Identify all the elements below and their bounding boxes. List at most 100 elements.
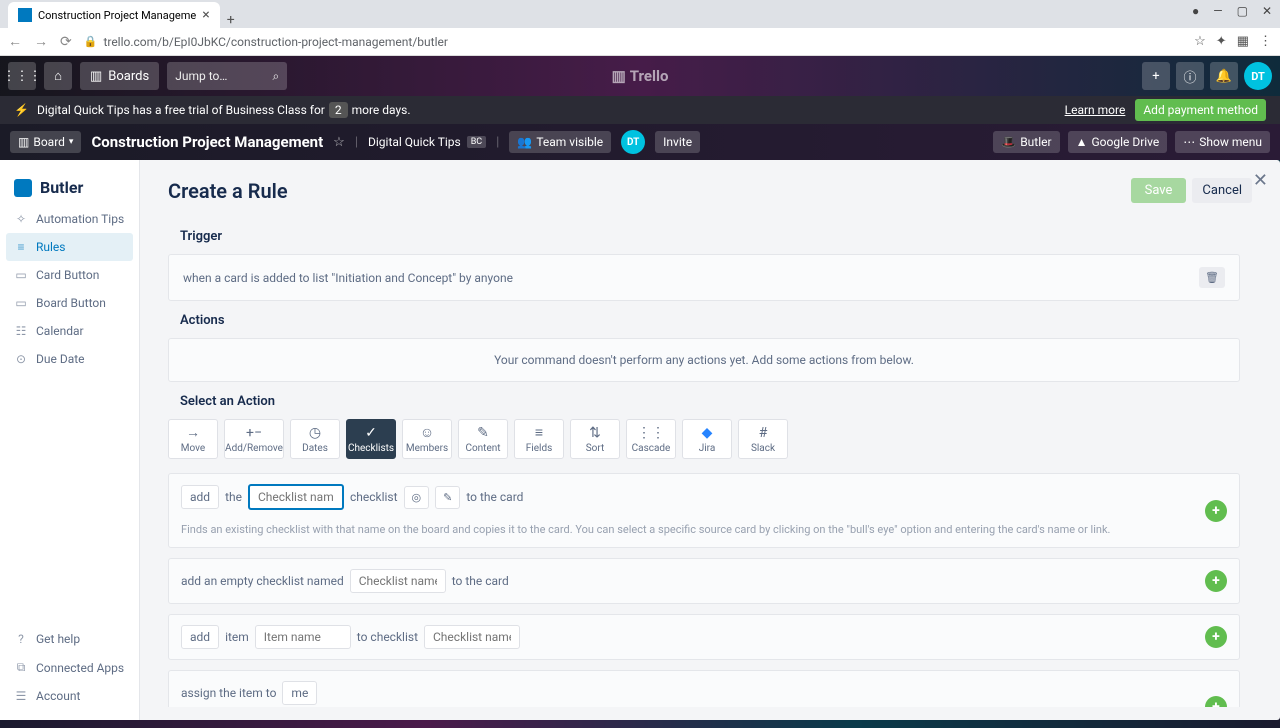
row-description: Finds an existing checklist with that na… — [181, 522, 1227, 537]
sidebar-item-tips[interactable]: ✧Automation Tips — [0, 205, 139, 233]
browser-toolbar: ← → ⟳ 🔒 trello.com/b/EpI0JbKC/constructi… — [0, 28, 1280, 56]
back-button[interactable]: ← — [8, 33, 22, 50]
chevron-down-icon: ▾ — [69, 137, 74, 147]
star-icon[interactable]: ☆ — [333, 135, 345, 150]
board-bar: ▥ Board ▾ Construction Project Managemen… — [0, 124, 1280, 160]
google-drive-button[interactable]: ▲Google Drive — [1068, 131, 1168, 153]
maximize-icon[interactable]: ▢ — [1237, 4, 1248, 18]
minimize-icon[interactable]: — — [1213, 4, 1222, 18]
sidebar-item-card-button[interactable]: ▭Card Button — [0, 261, 139, 289]
team-badge: BC — [467, 136, 486, 148]
window-controls: ● — ▢ ✕ — [1192, 4, 1272, 18]
sidebar-item-due-date[interactable]: ⊙Due Date — [0, 345, 139, 373]
team-name[interactable]: Digital Quick Tips BC — [368, 135, 486, 149]
drive-icon: ▲ — [1076, 135, 1088, 149]
invite-button[interactable]: Invite — [655, 131, 700, 153]
text-pre: add an empty checklist named — [181, 574, 344, 588]
apps-grid-icon[interactable]: ⋮⋮⋮ — [8, 62, 36, 90]
butler-icon — [14, 179, 32, 197]
apps-icon[interactable]: ▦ — [1237, 34, 1249, 49]
browser-tab[interactable]: Construction Project Manageme × — [8, 2, 220, 28]
edit-icon[interactable]: ✎ — [435, 486, 460, 509]
learn-more-link[interactable]: Learn more — [1065, 103, 1126, 117]
trial-banner: ⚡ Digital Quick Tips has a free trial of… — [0, 96, 1280, 124]
trigger-text: when a card is added to list "Initiation… — [183, 271, 513, 285]
home-icon[interactable]: ⌂ — [44, 62, 72, 90]
add-payment-button[interactable]: Add payment method — [1135, 99, 1266, 121]
new-tab-button[interactable]: + — [220, 12, 242, 28]
reload-button[interactable]: ⟳ — [60, 34, 72, 50]
user-avatar[interactable]: DT — [1244, 62, 1272, 90]
tab-members[interactable]: ☺Members — [402, 419, 452, 459]
butler-button[interactable]: 🎩Butler — [993, 131, 1059, 153]
add-action-button[interactable]: + — [1205, 500, 1227, 522]
cancel-button[interactable]: Cancel — [1192, 178, 1252, 203]
banner-text-post: more days. — [352, 103, 411, 117]
tab-jira[interactable]: ◆Jira — [682, 419, 732, 459]
action-row-assign-item: assign the item to me + ⓘ This functiona… — [168, 670, 1240, 707]
member-avatar[interactable]: DT — [621, 130, 645, 154]
tab-dates[interactable]: ◷Dates — [290, 419, 340, 459]
info-icon[interactable]: ⓘ — [1176, 62, 1204, 90]
star-icon[interactable]: ☆ — [1194, 34, 1206, 49]
empty-checklist-name-input[interactable] — [350, 569, 446, 593]
trello-header: ⋮⋮⋮ ⌂ ▥ Boards Jump to… ⌕ ▥Trello + ⓘ 🔔 … — [0, 56, 1280, 96]
sidebar-item-rules[interactable]: ≡Rules — [6, 233, 133, 261]
people-icon: 👥 — [517, 135, 532, 149]
action-row-copy-checklist: add the checklist ◎ ✎ to the card + Find… — [168, 473, 1240, 548]
record-icon[interactable]: ● — [1192, 4, 1199, 18]
close-icon[interactable]: × — [202, 7, 209, 23]
url-text: trello.com/b/EpI0JbKC/construction-proje… — [103, 35, 448, 49]
notifications-icon[interactable]: 🔔 — [1210, 62, 1238, 90]
board-title[interactable]: Construction Project Management — [91, 133, 323, 151]
tab-checklists[interactable]: ✓Checklists — [346, 419, 396, 459]
add-toggle[interactable]: add — [181, 485, 219, 509]
delete-trigger-button[interactable]: 🗑 — [1199, 267, 1225, 288]
checklist-name-input[interactable] — [248, 484, 344, 510]
tab-add-remove[interactable]: +−Add/Remove — [224, 419, 284, 459]
add-action-button[interactable]: + — [1205, 570, 1227, 592]
tab-favicon — [18, 8, 32, 22]
select-action-label: Select an Action — [180, 394, 1240, 409]
menu-icon[interactable]: ⋮ — [1259, 34, 1272, 49]
tab-sort[interactable]: ⇅Sort — [570, 419, 620, 459]
forward-button[interactable]: → — [34, 33, 48, 50]
search-input[interactable]: Jump to… ⌕ — [167, 62, 287, 90]
show-menu-button[interactable]: ⋯Show menu — [1175, 131, 1270, 153]
boards-icon: ▥ — [90, 69, 102, 84]
add-button[interactable]: + — [1142, 62, 1170, 90]
sidebar-item-calendar[interactable]: ☷Calendar — [0, 317, 139, 345]
item-name-input[interactable] — [255, 625, 351, 649]
tab-content[interactable]: ✎Content — [458, 419, 508, 459]
save-button[interactable]: Save — [1131, 178, 1187, 203]
extension-icon[interactable]: ✦ — [1216, 34, 1227, 49]
tab-slack[interactable]: #Slack — [738, 419, 788, 459]
tab-title: Construction Project Manageme — [38, 9, 196, 22]
search-icon: ⌕ — [272, 69, 279, 84]
tab-fields[interactable]: ≡Fields — [514, 419, 564, 459]
trigger-label: Trigger — [180, 229, 1240, 244]
sidebar-item-help[interactable]: ?Get help — [0, 625, 139, 653]
bullseye-icon[interactable]: ◎ — [404, 486, 430, 509]
item-checklist-name-input[interactable] — [424, 625, 520, 649]
search-placeholder: Jump to… — [175, 69, 227, 83]
add-action-button[interactable]: + — [1205, 626, 1227, 648]
action-tabs: →Move +−Add/Remove ◷Dates ✓Checklists ☺M… — [168, 419, 1240, 459]
add-toggle[interactable]: add — [181, 625, 219, 649]
close-window-icon[interactable]: ✕ — [1262, 4, 1272, 18]
sidebar-item-board-button[interactable]: ▭Board Button — [0, 289, 139, 317]
visibility-button[interactable]: 👥 Team visible — [509, 131, 611, 153]
tab-cascade[interactable]: ⋮⋮Cascade — [626, 419, 676, 459]
me-toggle[interactable]: me — [282, 681, 317, 705]
add-action-button[interactable]: + — [1205, 696, 1227, 707]
trello-logo: ▥Trello — [612, 67, 669, 85]
text-to-checklist: to checklist — [357, 630, 418, 644]
tab-move[interactable]: →Move — [168, 419, 218, 459]
board-view-button[interactable]: ▥ Board ▾ — [10, 131, 81, 153]
sidebar-item-connected-apps[interactable]: ⧉Connected Apps — [0, 653, 139, 682]
sidebar-item-account[interactable]: ☰Account — [0, 682, 139, 710]
dots-icon: ⋯ — [1183, 135, 1195, 149]
address-bar[interactable]: 🔒 trello.com/b/EpI0JbKC/construction-pro… — [84, 35, 1182, 49]
text-to-card: to the card — [466, 490, 523, 504]
boards-button[interactable]: ▥ Boards — [80, 62, 159, 90]
